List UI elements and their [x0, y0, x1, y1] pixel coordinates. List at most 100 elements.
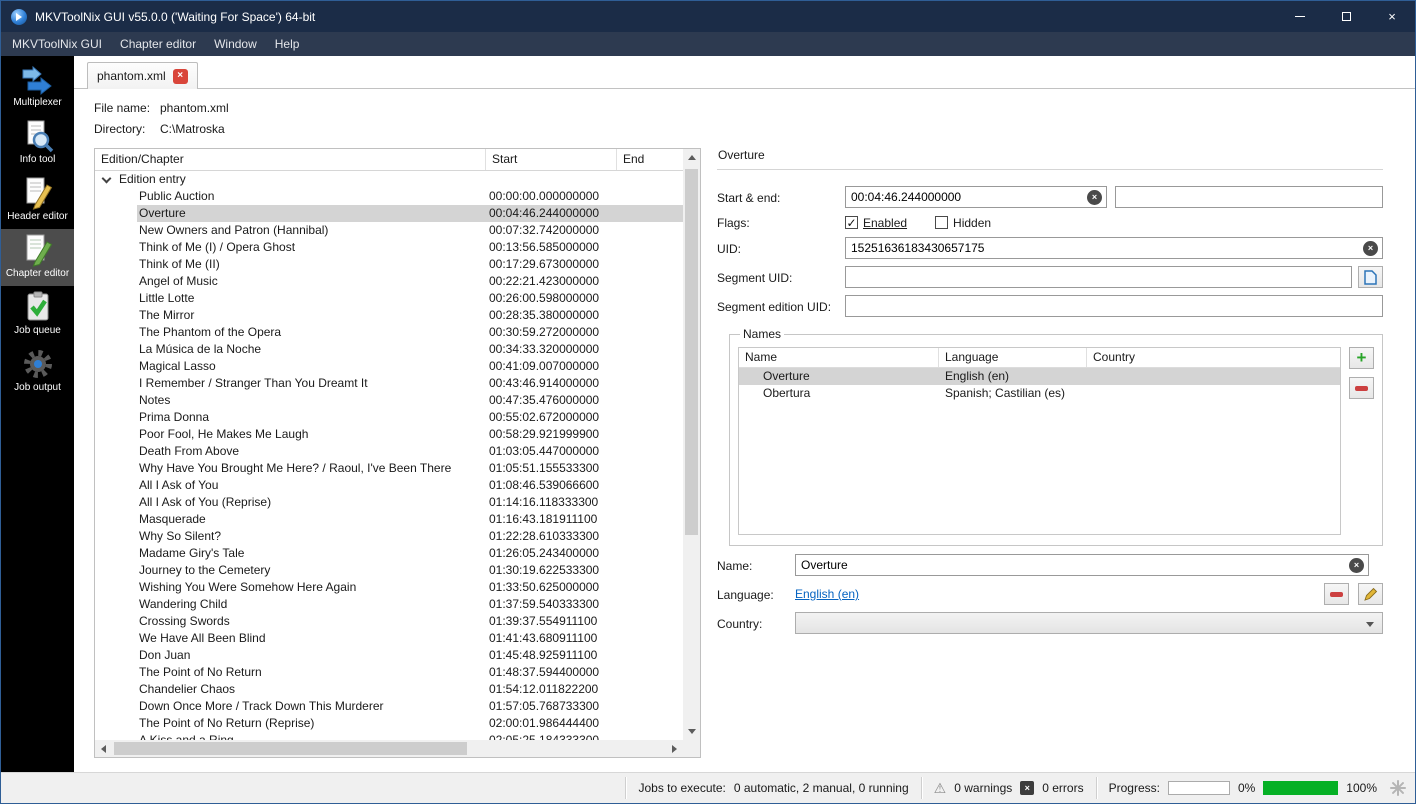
chapter-row[interactable]: Crossing Swords 01:39:37.554911100	[95, 613, 683, 630]
scroll-down-icon[interactable]	[688, 729, 696, 734]
chapter-row[interactable]: Wandering Child 01:37:59.540333300	[95, 596, 683, 613]
name-input[interactable]	[795, 554, 1369, 576]
chapter-row[interactable]: Why Have You Brought Me Here? / Raoul, I…	[95, 460, 683, 477]
maximize-button[interactable]	[1323, 1, 1369, 32]
chapter-row[interactable]: Notes 00:47:35.476000000	[95, 392, 683, 409]
menu-chapter-editor[interactable]: Chapter editor	[111, 33, 205, 55]
pencil-icon	[1364, 588, 1377, 601]
enabled-checkbox[interactable]: ✓ Enabled	[845, 216, 907, 230]
end-time-input[interactable]	[1115, 186, 1383, 208]
column-header-edition-chapter[interactable]: Edition/Chapter	[95, 149, 486, 170]
vertical-scrollbar-thumb[interactable]	[685, 169, 698, 535]
chapter-end	[617, 290, 683, 307]
chapter-row[interactable]: Think of Me (I) / Opera Ghost 00:13:56.5…	[95, 239, 683, 256]
chapter-tree: Edition/Chapter Start End Edition entry …	[94, 148, 701, 758]
column-header-end[interactable]: End	[617, 149, 683, 170]
chapter-row[interactable]: Poor Fool, He Makes Me Laugh 00:58:29.92…	[95, 426, 683, 443]
chapter-row[interactable]: The Point of No Return (Reprise) 02:00:0…	[95, 715, 683, 732]
chapter-name: Why So Silent?	[95, 528, 486, 545]
chapter-end	[617, 205, 683, 222]
chapter-name: Don Juan	[95, 647, 486, 664]
chapter-row[interactable]: Angel of Music 00:22:21.423000000	[95, 273, 683, 290]
chapter-row[interactable]: The Point of No Return 01:48:37.59440000…	[95, 664, 683, 681]
chapter-row[interactable]: I Remember / Stranger Than You Dreamt It…	[95, 375, 683, 392]
chapter-row[interactable]: Don Juan 01:45:48.925911100	[95, 647, 683, 664]
add-name-button[interactable]: +	[1349, 347, 1374, 369]
clear-start-icon[interactable]: ×	[1087, 190, 1102, 205]
chapter-name: Think of Me (II)	[95, 256, 486, 273]
enabled-checkbox-label: Enabled	[863, 216, 907, 230]
names-rows: Overture English (en) Obertura Spanish; …	[739, 368, 1340, 402]
chapter-row[interactable]: Public Auction 00:00:00.000000000	[95, 188, 683, 205]
name-row[interactable]: Overture English (en)	[739, 368, 1340, 385]
horizontal-scrollbar[interactable]	[95, 740, 683, 757]
browse-segment-uid-button[interactable]	[1358, 266, 1383, 288]
chapter-row[interactable]: New Owners and Patron (Hannibal) 00:07:3…	[95, 222, 683, 239]
scroll-up-icon[interactable]	[688, 155, 696, 160]
vertical-scrollbar[interactable]	[683, 149, 700, 740]
chevron-down-icon[interactable]	[102, 173, 112, 183]
language-link[interactable]: English (en)	[795, 587, 859, 601]
file-name-label: File name:	[94, 101, 160, 115]
tab-phantom-xml[interactable]: phantom.xml ×	[87, 62, 198, 89]
sidebar-item-chapter-editor[interactable]: Chapter editor	[1, 229, 74, 286]
name-row[interactable]: Obertura Spanish; Castilian (es)	[739, 385, 1340, 402]
chapter-row[interactable]: Masquerade 01:16:43.181911100	[95, 511, 683, 528]
sidebar-item-job-queue[interactable]: Job queue	[1, 286, 74, 343]
segment-uid-input[interactable]	[845, 266, 1352, 288]
chapter-start: 00:04:46.244000000	[486, 205, 617, 222]
country-select[interactable]	[795, 612, 1383, 634]
scroll-left-icon[interactable]	[101, 745, 106, 753]
sidebar-item-multiplexer[interactable]: Multiplexer	[1, 60, 74, 115]
menu-help[interactable]: Help	[266, 33, 309, 55]
tab-close-button[interactable]: ×	[173, 69, 188, 84]
name-label: Name:	[717, 558, 795, 573]
names-column-country[interactable]: Country	[1087, 348, 1340, 367]
chapter-row[interactable]: We Have All Been Blind 01:41:43.68091110…	[95, 630, 683, 647]
hidden-checkbox[interactable]: Hidden	[935, 216, 991, 230]
menu-window[interactable]: Window	[205, 33, 266, 55]
sidebar-item-info-tool[interactable]: Info tool	[1, 115, 74, 172]
edition-entry-row[interactable]: Edition entry	[95, 171, 683, 188]
country-label: Country:	[717, 616, 795, 631]
minimize-button[interactable]	[1277, 1, 1323, 32]
chapter-row[interactable]: Overture 00:04:46.244000000	[95, 205, 683, 222]
chapter-row[interactable]: Magical Lasso 00:41:09.007000000	[95, 358, 683, 375]
clear-uid-icon[interactable]: ×	[1363, 241, 1378, 256]
scroll-right-icon[interactable]	[672, 745, 677, 753]
chapter-row[interactable]: Death From Above 01:03:05.447000000	[95, 443, 683, 460]
chapter-row[interactable]: Why So Silent? 01:22:28.610333300	[95, 528, 683, 545]
job-queue-icon	[21, 291, 55, 323]
chapter-row[interactable]: Madame Giry's Tale 01:26:05.243400000	[95, 545, 683, 562]
horizontal-scrollbar-thumb[interactable]	[114, 742, 467, 755]
chapter-row[interactable]: Little Lotte 00:26:00.598000000	[95, 290, 683, 307]
chapter-row[interactable]: The Mirror 00:28:35.380000000	[95, 307, 683, 324]
chapter-row[interactable]: Down Once More / Track Down This Murdere…	[95, 698, 683, 715]
chapter-row[interactable]: All I Ask of You (Reprise) 01:14:16.1183…	[95, 494, 683, 511]
remove-language-button[interactable]	[1324, 583, 1349, 605]
names-column-name[interactable]: Name	[739, 348, 939, 367]
chapter-row[interactable]: La Música de la Noche 00:34:33.320000000	[95, 341, 683, 358]
segment-edition-uid-input[interactable]	[845, 295, 1383, 317]
sidebar-item-header-editor[interactable]: Header editor	[1, 172, 74, 229]
chapter-rows: Public Auction 00:00:00.000000000 Overtu…	[95, 188, 683, 740]
names-column-language[interactable]: Language	[939, 348, 1087, 367]
menu-mkvtoolnix-gui[interactable]: MKVToolNix GUI	[3, 33, 111, 55]
chapter-row[interactable]: Chandelier Chaos 01:54:12.011822200	[95, 681, 683, 698]
start-time-input[interactable]	[845, 186, 1107, 208]
column-header-start[interactable]: Start	[486, 149, 617, 170]
edit-language-button[interactable]	[1358, 583, 1383, 605]
chapter-row[interactable]: The Phantom of the Opera 00:30:59.272000…	[95, 324, 683, 341]
chapter-row[interactable]: Prima Donna 00:55:02.672000000	[95, 409, 683, 426]
chapter-row[interactable]: Journey to the Cemetery 01:30:19.6225333…	[95, 562, 683, 579]
close-button[interactable]: ×	[1369, 1, 1415, 32]
sidebar-item-job-output[interactable]: Job output	[1, 343, 74, 400]
chapter-row[interactable]: Wishing You Were Somehow Here Again 01:3…	[95, 579, 683, 596]
chapter-row[interactable]: All I Ask of You 01:08:46.539066600	[95, 477, 683, 494]
chapter-row[interactable]: A Kiss and a Ring 02:05:25.184333300	[95, 732, 683, 740]
uid-input[interactable]	[845, 237, 1383, 259]
chapter-row[interactable]: Think of Me (II) 00:17:29.673000000	[95, 256, 683, 273]
chapter-end	[617, 443, 683, 460]
clear-name-icon[interactable]: ×	[1349, 558, 1364, 573]
remove-name-button[interactable]	[1349, 377, 1374, 399]
